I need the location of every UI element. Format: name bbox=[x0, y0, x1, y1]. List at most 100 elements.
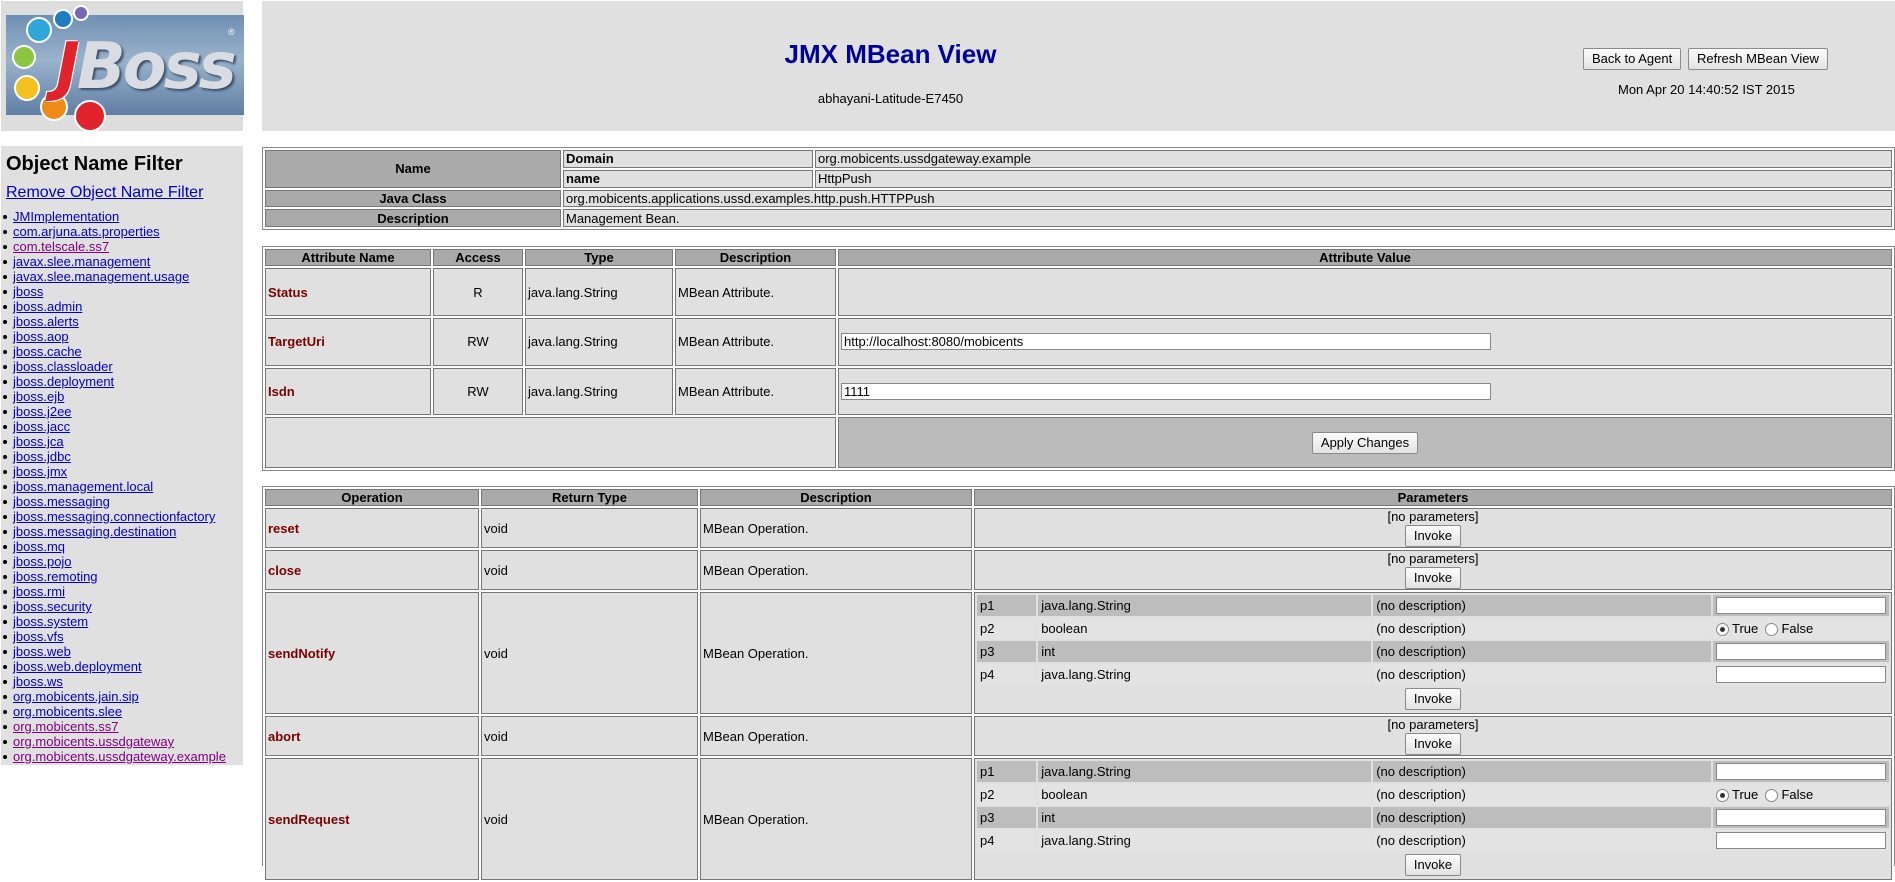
domain-link[interactable]: jboss.system bbox=[13, 614, 88, 629]
domain-link[interactable]: jboss.cache bbox=[13, 344, 82, 359]
domain-link[interactable]: javax.slee.management bbox=[13, 254, 150, 269]
attribute-description: MBean Attribute. bbox=[675, 367, 836, 416]
param-p3-input[interactable] bbox=[1716, 643, 1886, 660]
domain-link[interactable]: jboss.deployment bbox=[13, 374, 114, 389]
invoke-sendrequest-button[interactable]: Invoke bbox=[1404, 854, 1462, 876]
param-p1-input[interactable] bbox=[1716, 763, 1886, 780]
list-item: jboss.ejb bbox=[1, 389, 226, 404]
p2-false-radio[interactable] bbox=[1765, 623, 1779, 637]
param-description: (no description) bbox=[1373, 784, 1711, 805]
param-type: java.lang.String bbox=[1038, 761, 1372, 782]
param-description: (no description) bbox=[1373, 807, 1711, 828]
operation-name: sendNotify bbox=[265, 592, 479, 714]
no-parameters-text: [no parameters] bbox=[1387, 717, 1479, 732]
domain-link[interactable]: jboss.jacc bbox=[13, 419, 70, 434]
param-p1-input[interactable] bbox=[1716, 597, 1886, 614]
attributes-table: Attribute Name Access Type Description A… bbox=[262, 246, 1895, 471]
p2-false-radio[interactable] bbox=[1765, 789, 1779, 803]
domain-link[interactable]: jboss.pojo bbox=[13, 554, 72, 569]
domain-link[interactable]: jboss.ejb bbox=[13, 389, 64, 404]
p2-true-radio[interactable] bbox=[1716, 789, 1729, 803]
domain-link[interactable]: com.arjuna.ats.properties bbox=[13, 224, 160, 239]
domain-link[interactable]: jboss.rmi bbox=[13, 584, 65, 599]
param-p3-input[interactable] bbox=[1716, 809, 1886, 826]
operation-return-type: void bbox=[481, 758, 698, 880]
operation-return-type: void bbox=[481, 508, 698, 548]
param-type: boolean bbox=[1038, 784, 1372, 805]
domain-link[interactable]: jboss.j2ee bbox=[13, 404, 72, 419]
attribute-row: TargetUri RW java.lang.String MBean Attr… bbox=[265, 317, 1892, 366]
domain-link[interactable]: jboss bbox=[13, 284, 43, 299]
invoke-abort-button[interactable]: Invoke bbox=[1404, 733, 1462, 755]
operation-return-type: void bbox=[481, 550, 698, 590]
list-item: jboss.aop bbox=[1, 329, 226, 344]
domain-link[interactable]: jboss.admin bbox=[13, 299, 82, 314]
param-description: (no description) bbox=[1373, 595, 1711, 616]
attribute-name: Status bbox=[265, 268, 431, 316]
list-item: jboss.jmx bbox=[1, 464, 226, 479]
domain-link[interactable]: jboss.management.local bbox=[13, 479, 153, 494]
col-description: Description bbox=[675, 249, 836, 267]
param-p4-input[interactable] bbox=[1716, 832, 1886, 849]
domain-link[interactable]: org.mobicents.slee bbox=[13, 704, 122, 719]
domain-link[interactable]: javax.slee.management.usage bbox=[13, 269, 189, 284]
param-description: (no description) bbox=[1373, 761, 1711, 782]
remove-filter-link[interactable]: Remove Object Name Filter bbox=[6, 184, 203, 202]
domain-link[interactable]: jboss.classloader bbox=[13, 359, 113, 374]
domain-link[interactable]: jboss.alerts bbox=[13, 314, 79, 329]
param-name: p2 bbox=[977, 618, 1037, 639]
domain-link[interactable]: jboss.remoting bbox=[13, 569, 98, 584]
param-name: p1 bbox=[977, 761, 1037, 782]
back-to-agent-button[interactable]: Back to Agent bbox=[1583, 48, 1682, 70]
param-name: p3 bbox=[977, 807, 1037, 828]
operation-row-abort: abort void MBean Operation. [no paramete… bbox=[265, 716, 1892, 756]
domain-link[interactable]: jboss.vfs bbox=[13, 629, 64, 644]
param-type: boolean bbox=[1038, 618, 1372, 639]
parameter-list: p1 java.lang.String (no description) p2 … bbox=[975, 593, 1891, 713]
col-attribute-value: Attribute Value bbox=[838, 249, 1892, 267]
domain-link[interactable]: jboss.security bbox=[13, 599, 92, 614]
domain-link[interactable]: com.telscale.ss7 bbox=[13, 239, 109, 254]
invoke-sendnotify-button[interactable]: Invoke bbox=[1404, 688, 1462, 710]
domain-link[interactable]: jboss.ws bbox=[13, 674, 63, 689]
list-item: jboss.system bbox=[1, 614, 226, 629]
param-type: int bbox=[1038, 807, 1372, 828]
domain-link[interactable]: org.mobicents.ss7 bbox=[13, 719, 119, 734]
apply-changes-button[interactable]: Apply Changes bbox=[1311, 431, 1419, 454]
p2-true-radio[interactable] bbox=[1716, 623, 1729, 637]
mbean-info-table: Name Domain org.mobicents.ussdgateway.ex… bbox=[262, 147, 1895, 230]
attribute-type: java.lang.String bbox=[525, 317, 673, 366]
list-item: jboss.remoting bbox=[1, 569, 226, 584]
domain-link[interactable]: jboss.jca bbox=[13, 434, 64, 449]
list-item: jboss.pojo bbox=[1, 554, 226, 569]
col-access: Access bbox=[433, 249, 523, 267]
domain-link[interactable]: jboss.jmx bbox=[13, 464, 67, 479]
domain-link[interactable]: jboss.mq bbox=[13, 539, 65, 554]
domain-link[interactable]: jboss.jdbc bbox=[13, 449, 71, 464]
domain-link[interactable]: jboss.web.deployment bbox=[13, 659, 142, 674]
domain-link[interactable]: org.mobicents.jain.sip bbox=[13, 689, 139, 704]
list-item: jboss.messaging.connectionfactory bbox=[1, 509, 226, 524]
invoke-reset-button[interactable]: Invoke bbox=[1404, 525, 1462, 547]
refresh-mbean-view-button[interactable]: Refresh MBean View bbox=[1688, 48, 1828, 70]
operation-name: reset bbox=[265, 508, 479, 548]
param-p4-input[interactable] bbox=[1716, 666, 1886, 683]
list-item: jboss.jdbc bbox=[1, 449, 226, 464]
domain-link[interactable]: org.mobicents.ussdgateway.example bbox=[13, 749, 226, 764]
domain-link[interactable]: JMImplementation bbox=[13, 209, 119, 224]
target-uri-input[interactable] bbox=[841, 333, 1491, 351]
jboss-logo: JBoss ® bbox=[6, 5, 244, 132]
domain-link[interactable]: jboss.aop bbox=[13, 329, 69, 344]
list-item: org.mobicents.ussdgateway.example bbox=[1, 749, 226, 764]
isdn-input[interactable] bbox=[841, 382, 1491, 400]
domain-link[interactable]: jboss.messaging.connectionfactory bbox=[13, 509, 215, 524]
true-label: True bbox=[1732, 786, 1759, 802]
domain-link[interactable]: jboss.messaging.destination bbox=[13, 524, 176, 539]
domain-link[interactable]: org.mobicents.ussdgateway bbox=[13, 734, 174, 749]
list-item: jboss.messaging bbox=[1, 494, 226, 509]
domain-link[interactable]: jboss.web bbox=[13, 644, 71, 659]
logo-registered: ® bbox=[228, 27, 235, 37]
invoke-close-button[interactable]: Invoke bbox=[1404, 567, 1462, 589]
list-item: com.telscale.ss7 bbox=[1, 239, 226, 254]
domain-link[interactable]: jboss.messaging bbox=[13, 494, 110, 509]
